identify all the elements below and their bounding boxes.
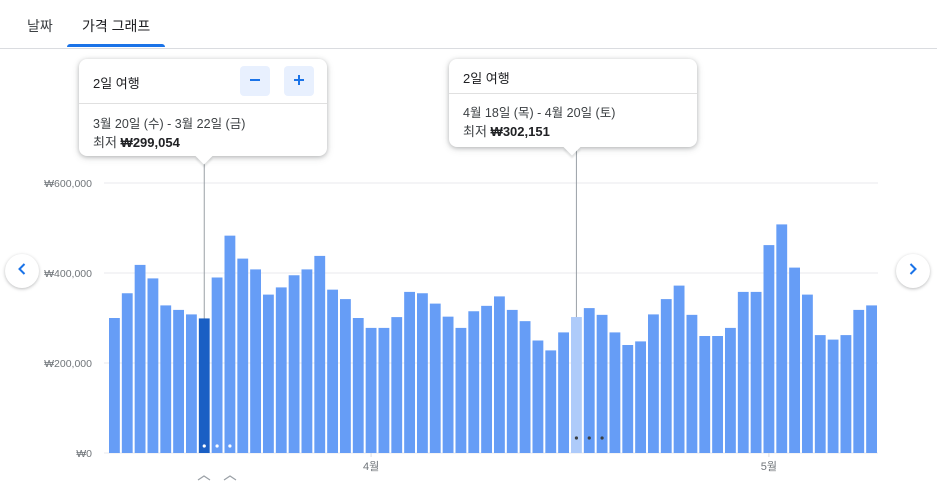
price-bar[interactable]	[840, 335, 852, 453]
price-bar[interactable]	[802, 294, 813, 453]
selected-trip-card: 2일 여행 3월 20일 (수) - 3월 22일 (금) 최저 ₩299,05…	[79, 59, 327, 165]
price-bar[interactable]	[365, 327, 377, 453]
price-bar[interactable]	[827, 339, 839, 453]
trip-span-dot	[587, 436, 591, 440]
lowest-label: 최저	[93, 135, 117, 150]
trip-span-dot	[228, 444, 232, 448]
price-bar[interactable]	[648, 314, 659, 453]
price-bar[interactable]	[224, 235, 236, 453]
price-bar[interactable]	[211, 277, 223, 454]
trip-span-dot	[600, 436, 604, 440]
price-bar[interactable]	[250, 269, 261, 453]
price-bar[interactable]	[596, 314, 608, 453]
selected-range-marker	[197, 475, 237, 481]
y-tick-label: ₩200,000	[44, 358, 92, 370]
price-bar[interactable]	[160, 305, 172, 453]
trip-dates: 3월 20일 (수) - 3월 22일 (금)	[93, 117, 246, 131]
price-bar[interactable]	[737, 291, 749, 453]
price-bar[interactable]	[468, 311, 480, 453]
price-bar[interactable]	[147, 278, 159, 453]
price-bar[interactable]	[109, 318, 120, 453]
lowest-price-value: ₩299,054	[120, 135, 180, 150]
price-bar[interactable]	[301, 269, 313, 453]
price-bar[interactable]	[558, 332, 569, 453]
price-bar[interactable]	[866, 305, 877, 453]
y-tick-label: ₩400,000	[44, 268, 92, 280]
trip-dates: 4월 18일 (목) - 4월 20일 (토)	[463, 106, 616, 120]
price-bar[interactable]	[506, 309, 518, 453]
price-bar[interactable]	[763, 245, 775, 453]
lowest-price: 최저 ₩299,054	[93, 132, 180, 151]
hover-trip-card: 2일 여행 4월 18일 (목) - 4월 20일 (토) 최저 ₩302,15…	[449, 59, 697, 156]
price-bar[interactable]	[134, 264, 146, 453]
price-bar[interactable]	[494, 296, 505, 453]
price-bar[interactable]	[699, 336, 711, 453]
price-bar[interactable]	[404, 291, 415, 453]
price-bar[interactable]	[314, 255, 326, 453]
lowest-price-value: ₩302,151	[490, 124, 550, 139]
chevron-left-icon	[14, 261, 30, 282]
price-bar[interactable]	[853, 309, 865, 453]
trip-length-label: 2일 여행	[93, 76, 140, 91]
increase-days-button[interactable]	[284, 66, 314, 96]
price-bar[interactable]	[173, 309, 184, 453]
x-tick-label: 4월	[363, 460, 379, 473]
price-bar[interactable]	[263, 294, 274, 453]
price-bar[interactable]	[481, 305, 492, 453]
price-bar[interactable]	[673, 285, 685, 453]
price-bar[interactable]	[583, 308, 595, 453]
lowest-price: 최저 ₩302,151	[463, 121, 550, 140]
price-bar[interactable]	[686, 314, 698, 453]
price-bar-selected[interactable]	[198, 318, 210, 453]
y-tick-label: ₩600,000	[44, 178, 92, 190]
price-bar[interactable]	[712, 336, 723, 453]
price-bar[interactable]	[814, 335, 826, 453]
price-bar[interactable]	[352, 318, 364, 453]
price-bar[interactable]	[417, 293, 428, 453]
price-bar-hover[interactable]	[571, 317, 582, 453]
chevron-right-icon	[905, 261, 921, 282]
price-bar[interactable]	[429, 303, 441, 453]
price-bar[interactable]	[725, 327, 736, 453]
lowest-label: 최저	[463, 124, 487, 139]
price-bar[interactable]	[327, 289, 338, 453]
price-bar[interactable]	[275, 287, 287, 453]
x-tick-label: 5월	[761, 460, 777, 473]
next-button[interactable]	[896, 254, 930, 288]
price-bar[interactable]	[609, 332, 621, 453]
decrease-days-button[interactable]	[240, 66, 270, 96]
price-bar[interactable]	[237, 258, 249, 453]
price-bar[interactable]	[186, 314, 197, 453]
price-bar[interactable]	[532, 340, 544, 454]
minus-icon	[248, 71, 262, 92]
price-bar[interactable]	[378, 327, 390, 453]
y-tick-label: ₩0	[76, 448, 92, 460]
trip-span-dot	[202, 444, 206, 448]
trip-length-label: 2일 여행	[463, 71, 510, 86]
price-bar[interactable]	[776, 224, 788, 453]
price-bar[interactable]	[545, 350, 557, 453]
price-bar[interactable]	[660, 299, 672, 453]
trip-span-dot	[574, 436, 579, 440]
price-bar[interactable]	[288, 275, 300, 453]
price-bar[interactable]	[635, 341, 646, 453]
price-bar[interactable]	[121, 293, 133, 453]
price-bar[interactable]	[391, 317, 403, 453]
price-bar[interactable]	[340, 299, 351, 453]
price-bar[interactable]	[442, 316, 454, 453]
plus-icon	[292, 71, 306, 92]
price-bar[interactable]	[789, 267, 800, 453]
price-bar[interactable]	[622, 345, 634, 453]
price-bar[interactable]	[750, 291, 762, 453]
price-bar[interactable]	[455, 327, 467, 453]
trip-span-dot	[215, 444, 219, 448]
price-bar[interactable]	[519, 321, 531, 453]
prev-button[interactable]	[5, 254, 39, 288]
